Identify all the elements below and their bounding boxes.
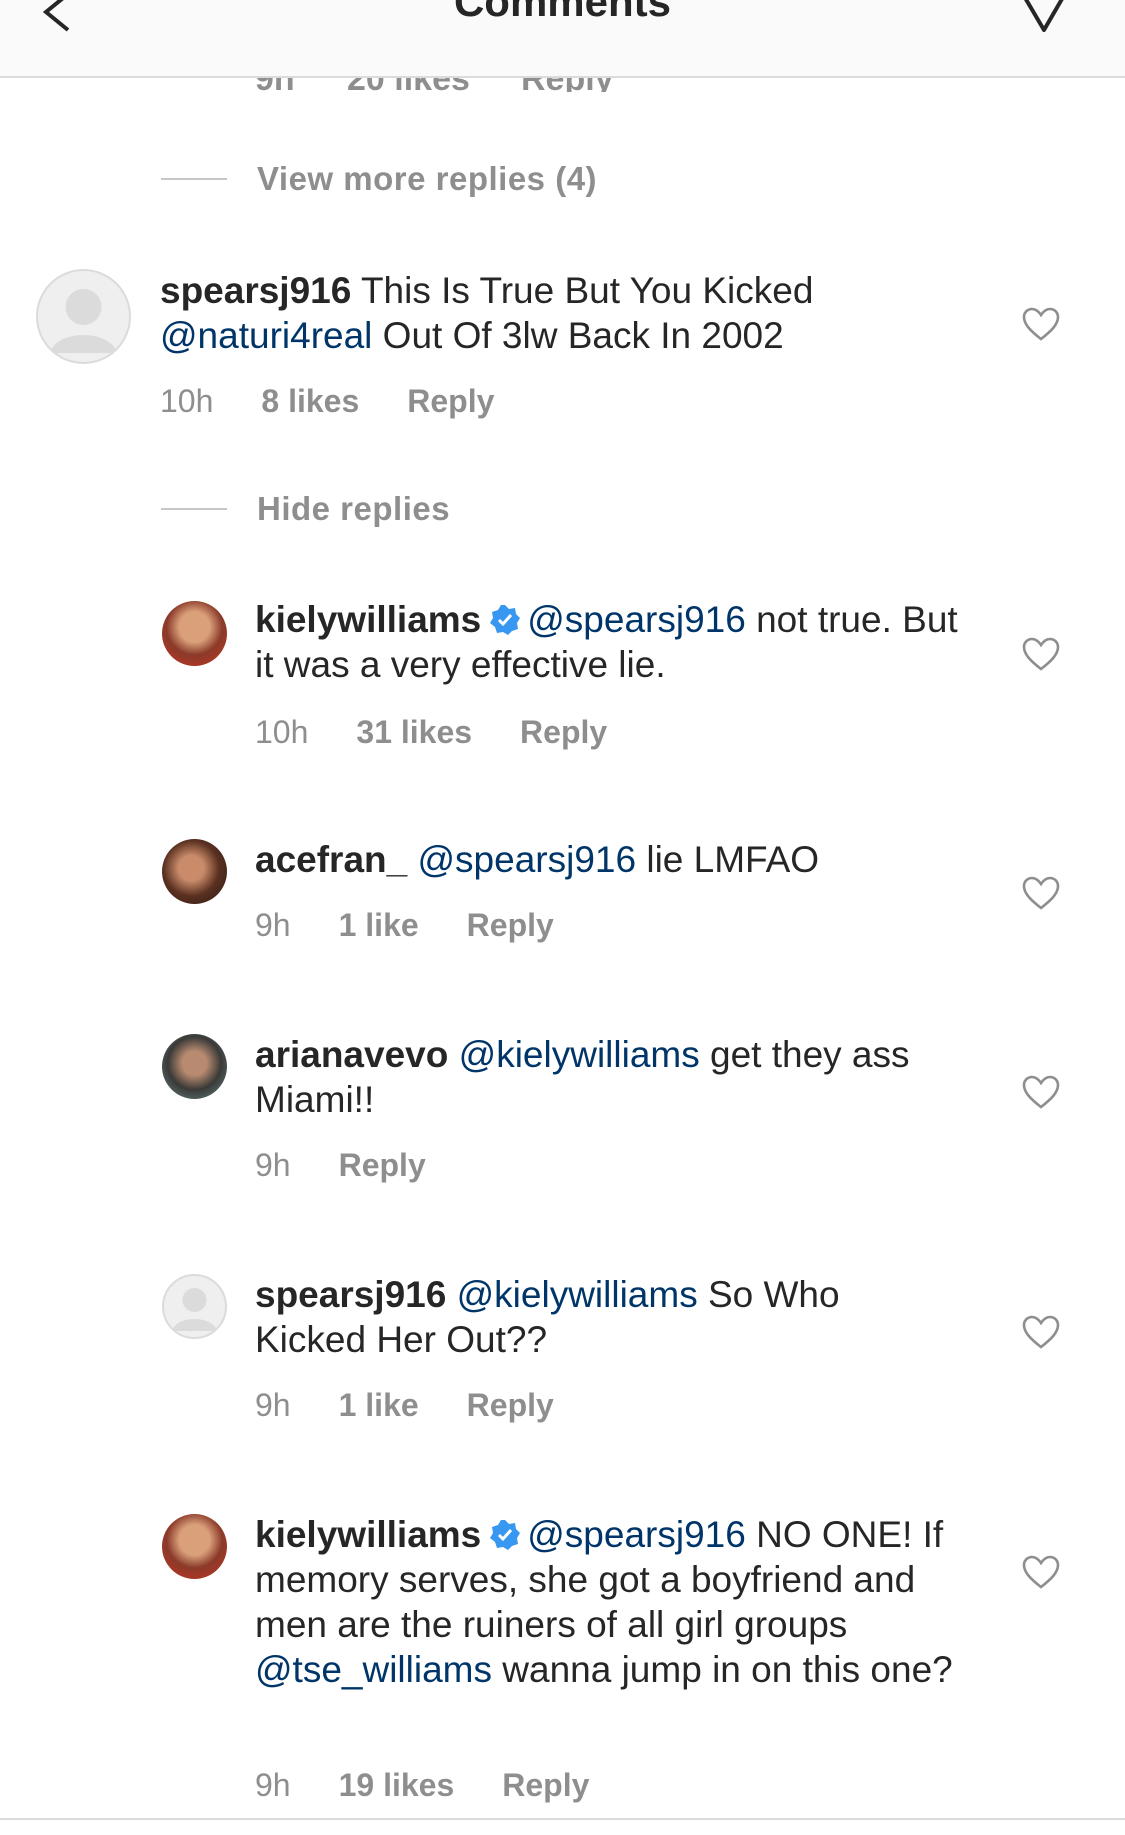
avatar[interactable] [162,1514,227,1579]
default-avatar-icon [50,289,117,353]
comment-time: 9h [255,1767,291,1803]
mention-link[interactable]: @spearsj916 [527,599,746,640]
comment-time: 9h [255,907,291,943]
page-title: Comments [453,0,672,25]
reply-button[interactable]: Reply [520,714,607,750]
comment-text-part: Out Of 3lw Back In 2002 [372,315,784,356]
heart-icon[interactable] [1022,1315,1060,1349]
avatar[interactable] [162,601,227,666]
comment-likes[interactable]: 1 like [339,1387,419,1423]
heart-icon[interactable] [1022,637,1060,671]
reply-button[interactable]: Reply [467,1387,554,1423]
comment-meta: 9h 1 like Reply [255,1387,602,1424]
comment-text: kielywilliams @spearsj916 not true. But i… [255,597,975,687]
comment-text: arianavevo @kielywilliams get they ass M… [255,1032,955,1122]
username[interactable]: acefran_ [255,839,407,880]
comment-likes[interactable]: 19 likes [339,1767,455,1803]
mention-link[interactable]: @kielywilliams [457,1274,698,1315]
comment-time: 9h [255,1147,291,1183]
default-avatar-icon [172,1288,217,1331]
hide-replies[interactable]: Hide replies [161,490,450,528]
divider-line [0,1818,1125,1820]
comment-text: acefran_ @spearsj916 lie LMFAO [255,837,975,882]
comment-text-part: lie LMFAO [636,839,820,880]
username[interactable]: kielywilliams [255,599,481,640]
comment-likes[interactable]: 1 like [339,907,419,943]
avatar[interactable] [162,1034,227,1099]
comments-header: Comments [0,0,1125,78]
heart-icon[interactable] [1022,1555,1060,1589]
comment-time: 10h [160,383,214,419]
comment-text: spearsj916 @kielywilliams So Who Kicked … [255,1272,955,1362]
comment-meta: 9h 19 likes Reply [255,1767,637,1804]
mention-link[interactable]: @kielywilliams [459,1034,700,1075]
comment-text: spearsj916 This Is True But You Kicked @… [160,268,880,358]
comment-likes[interactable]: 31 likes [356,714,472,750]
comment-text: kielywilliams @spearsj916 NO ONE! If memo… [255,1512,975,1692]
username[interactable]: spearsj916 [160,270,351,311]
view-more-replies[interactable]: View more replies (4) [161,160,597,198]
heart-icon[interactable] [1022,876,1060,910]
avatar[interactable] [162,839,227,904]
heart-icon[interactable] [1022,307,1060,341]
paper-plane-icon[interactable] [1020,0,1070,42]
comment-likes[interactable]: 8 likes [261,383,359,419]
heart-icon[interactable] [1022,1075,1060,1109]
divider-line [161,178,227,180]
comment-meta: 10h 8 likes Reply [160,383,542,420]
hide-replies-label[interactable]: Hide replies [257,490,450,528]
reply-button[interactable]: Reply [339,1147,426,1183]
comment-meta: 10h 31 likes Reply [255,714,655,751]
mention-link[interactable]: @spearsj916 [418,839,637,880]
reply-button[interactable]: Reply [467,907,554,943]
mention-link[interactable]: @tse_williams [255,1649,492,1690]
verified-badge-icon [490,605,521,635]
divider-line [161,508,227,510]
reply-button[interactable]: Reply [502,1767,589,1803]
comment-text-part: This Is True But You Kicked [351,270,814,311]
comment-time: 9h [255,1387,291,1423]
comment-meta: 9h 1 like Reply [255,907,602,944]
username[interactable]: kielywilliams [255,1514,481,1555]
verified-badge-icon [490,1520,521,1550]
mention-link[interactable]: @spearsj916 [527,1514,746,1555]
avatar[interactable] [36,269,131,364]
view-more-replies-label[interactable]: View more replies (4) [257,160,597,198]
username[interactable]: arianavevo [255,1034,448,1075]
comment-text-part: wanna jump in on this one? [492,1649,953,1690]
comment-time: 10h [255,714,309,750]
avatar[interactable] [162,1274,227,1339]
comment-meta: 9h Reply [255,1147,474,1184]
mention-link[interactable]: @naturi4real [160,315,372,356]
username[interactable]: spearsj916 [255,1274,446,1315]
reply-button[interactable]: Reply [407,383,494,419]
